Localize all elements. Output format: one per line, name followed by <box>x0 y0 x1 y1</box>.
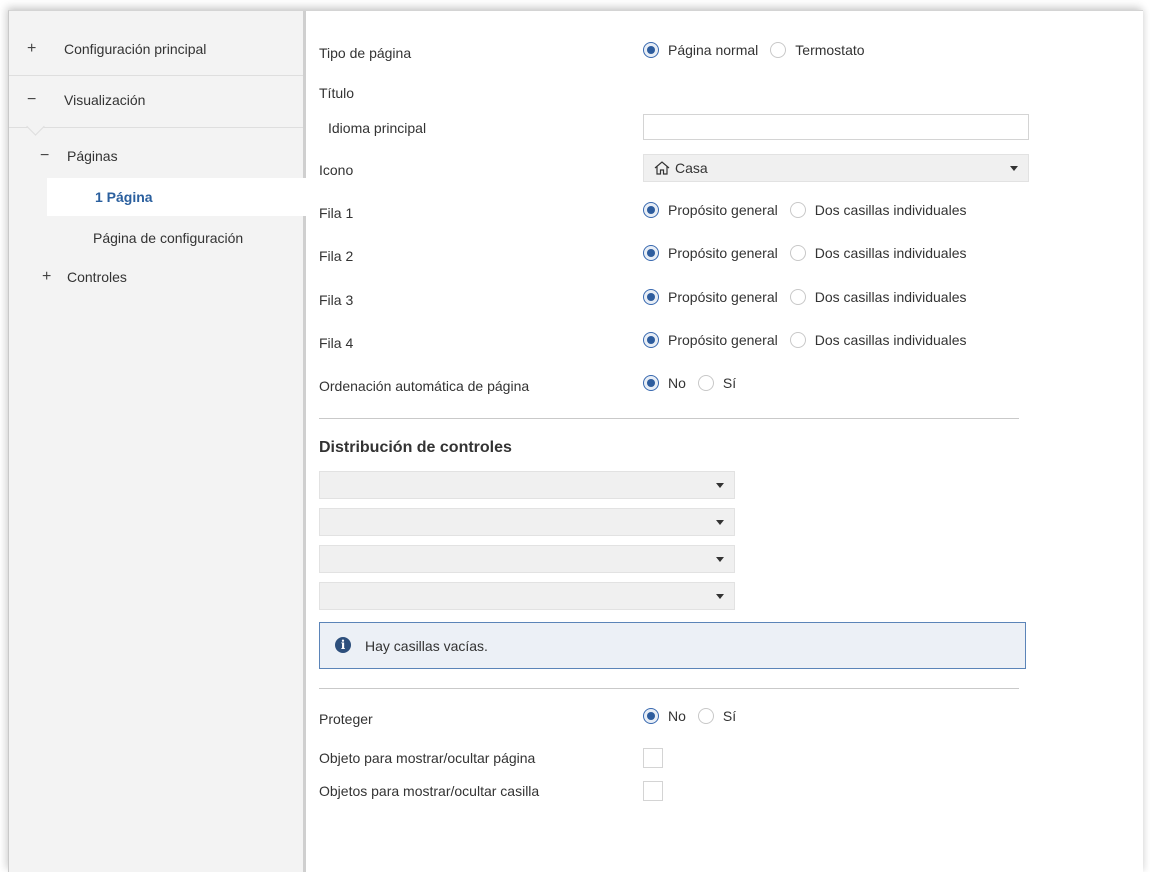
objetos-casilla-checkbox[interactable] <box>643 781 663 801</box>
field-label: Fila 3 <box>319 292 354 308</box>
icono-select[interactable]: Casa <box>643 154 1029 182</box>
info-text: Hay casillas vacías. <box>365 638 488 654</box>
chevron-down-icon <box>716 483 724 488</box>
radio-no[interactable] <box>643 708 659 724</box>
radio-proposito-general[interactable] <box>643 202 659 218</box>
radio-proposito-general[interactable] <box>643 245 659 261</box>
distribucion-select-1[interactable] <box>319 471 735 499</box>
radio-termostato[interactable] <box>770 42 787 58</box>
field-label: Proteger <box>319 711 373 727</box>
chevron-down-icon <box>716 557 724 562</box>
radio-label: Propósito general <box>668 245 778 261</box>
radio-label: Dos casillas individuales <box>814 332 967 348</box>
expand-icon[interactable]: + <box>27 40 36 58</box>
field-label: Idioma principal <box>328 120 427 136</box>
sidebar-item-label: Visualización <box>64 92 146 108</box>
distribucion-select-3[interactable] <box>319 545 735 573</box>
field-label: Fila 4 <box>319 335 354 351</box>
radio-dos-casillas[interactable] <box>789 289 806 305</box>
section-label: Título <box>319 85 355 101</box>
radio-proposito-general[interactable] <box>643 289 659 305</box>
distribucion-select-4[interactable] <box>319 582 735 610</box>
field-label: Objetos para mostrar/ocultar casilla <box>319 783 540 799</box>
sidebar-item-label: Página de configuración <box>93 230 244 246</box>
radio-label: Dos casillas individuales <box>814 202 967 218</box>
radio-label: Termostato <box>795 42 865 58</box>
radio-label: Página normal <box>668 42 759 58</box>
chevron-down-icon <box>716 520 724 525</box>
radio-label: Propósito general <box>668 289 778 305</box>
section-title: Distribución de controles <box>319 439 512 456</box>
radio-label: Sí <box>722 375 737 391</box>
collapse-icon[interactable]: − <box>40 147 49 165</box>
radio-dos-casillas[interactable] <box>789 202 806 218</box>
field-label: Icono <box>319 162 354 178</box>
radio-label: Propósito general <box>668 332 778 348</box>
sidebar-item-controles[interactable]: + Controles <box>9 265 303 301</box>
radio-si[interactable] <box>697 375 714 391</box>
field-label: Ordenación automática de página <box>319 378 530 394</box>
sidebar-item-paginas[interactable]: − Páginas <box>9 137 303 173</box>
radio-dos-casillas[interactable] <box>789 332 806 348</box>
chevron-down-icon <box>1010 166 1018 171</box>
info-banner: i Hay casillas vacías. <box>319 622 1026 669</box>
pointer-notch <box>26 117 45 136</box>
sidebar-item-label: Páginas <box>67 148 118 164</box>
sidebar-item-pagina-de-configuracion[interactable]: Página de configuración <box>9 224 303 260</box>
sidebar: + Configuración principal − Visualizació… <box>9 11 306 872</box>
radio-label: Dos casillas individuales <box>814 245 967 261</box>
divider <box>319 418 1019 419</box>
select-value: Casa <box>675 160 708 176</box>
objeto-pagina-checkbox[interactable] <box>643 748 663 768</box>
radio-proposito-general[interactable] <box>643 332 659 348</box>
sidebar-item-label: 1 Página <box>95 189 153 205</box>
sidebar-item-label: Configuración principal <box>64 41 207 57</box>
radio-label: Sí <box>722 708 737 724</box>
radio-dos-casillas[interactable] <box>789 245 806 261</box>
radio-label: No <box>668 708 686 724</box>
window: + Configuración principal − Visualizació… <box>8 10 1143 872</box>
chevron-down-icon <box>716 594 724 599</box>
home-icon <box>654 161 670 175</box>
radio-pagina-normal[interactable] <box>643 42 659 58</box>
sidebar-item-1-pagina[interactable]: 1 Página <box>47 178 306 216</box>
idioma-principal-input[interactable] <box>643 114 1029 140</box>
sidebar-item-visualizacion[interactable]: − Visualización <box>9 76 303 136</box>
sidebar-item-configuracion-principal[interactable]: + Configuración principal <box>9 25 303 76</box>
collapse-icon[interactable]: − <box>27 91 36 109</box>
field-label: Objeto para mostrar/ocultar página <box>319 750 536 766</box>
field-label: Tipo de página <box>319 45 412 61</box>
distribucion-select-2[interactable] <box>319 508 735 536</box>
main-panel: Tipo de página Página normal Termostato … <box>306 11 1143 872</box>
sidebar-item-label: Controles <box>67 269 127 285</box>
info-icon: i <box>335 637 351 653</box>
divider <box>319 688 1019 689</box>
radio-label: No <box>668 375 686 391</box>
radio-label: Propósito general <box>668 202 778 218</box>
expand-icon[interactable]: + <box>42 268 51 286</box>
radio-no[interactable] <box>643 375 659 391</box>
radio-label: Dos casillas individuales <box>814 289 967 305</box>
field-label: Fila 2 <box>319 248 354 264</box>
field-label: Fila 1 <box>319 205 354 221</box>
radio-si[interactable] <box>697 708 714 724</box>
